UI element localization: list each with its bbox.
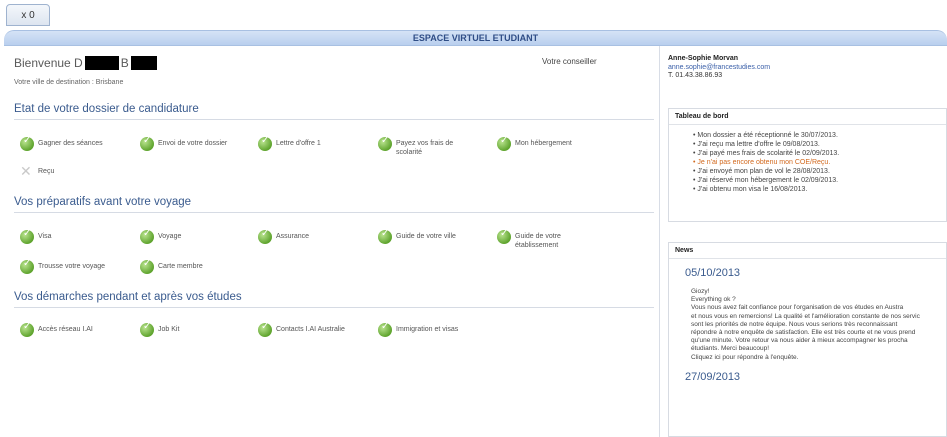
check-icon (258, 322, 272, 337)
dashboard-item-alert[interactable]: Je n'ai pas encore obtenu mon COE/Reçu. (693, 158, 946, 167)
welcome-message: Bienvenue D B (14, 56, 157, 70)
step-label: Trousse votre voyage (38, 263, 106, 270)
step-label: Carte membre (158, 263, 203, 270)
step-item[interactable]: Lettre d'offre 1 (258, 136, 368, 151)
news-line: Vous nous avez fait confiance pour l'org… (691, 304, 904, 312)
step-item[interactable]: Assurance (258, 229, 368, 244)
main-panel: Bienvenue D B Votre ville de destination… (4, 46, 660, 437)
counselor-contact: Anne-Sophie Morvan anne.sophie@francestu… (668, 55, 770, 81)
step-item[interactable]: Job Kit (140, 322, 250, 337)
destination-city: Votre ville de destination : Brisbane (14, 79, 124, 86)
step-item[interactable]: Guide de votre ville (378, 229, 488, 244)
step-item[interactable]: Trousse votre voyage (20, 259, 130, 274)
step-label: Envoi de votre dossier (158, 140, 228, 147)
step-label: Payez vos frais de scolarité (396, 140, 454, 156)
check-icon (140, 229, 154, 244)
check-icon (497, 136, 511, 151)
check-icon (378, 229, 392, 244)
dashboard-panel: Tableau de bord Mon dossier a été récept… (668, 108, 947, 222)
step-label: Accès réseau I.AI (38, 326, 93, 333)
step-label: Visa (38, 233, 52, 240)
check-icon (140, 322, 154, 337)
section-title-preparation: Vos préparatifs avant votre voyage (14, 196, 654, 213)
section-title-application: Etat de votre dossier de candidature (14, 103, 654, 120)
step-item[interactable]: Mon hébergement (497, 136, 617, 151)
step-item[interactable]: Gagner des séances (20, 136, 130, 151)
dashboard-title: Tableau de bord (669, 109, 946, 125)
step-label: Lettre d'offre 1 (276, 140, 321, 147)
step-item[interactable]: Envoi de votre dossier (140, 136, 250, 151)
counselor-phone: T. 01.43.38.86.93 (668, 72, 723, 79)
dashboard-list: Mon dossier a été réceptionné le 30/07/2… (669, 125, 946, 194)
check-icon (20, 322, 34, 337)
step-item[interactable]: ✕ Reçu (20, 163, 130, 179)
step-item[interactable]: Guide de votre établissement (497, 229, 577, 250)
check-icon (20, 136, 34, 151)
news-line: qu'une minute. Votre retour va nous aide… (691, 337, 908, 345)
step-item[interactable]: Immigration et visas (378, 322, 488, 337)
news-date: 27/09/2013 (685, 370, 741, 383)
step-item[interactable]: Visa (20, 229, 130, 244)
step-item[interactable]: Carte membre (140, 259, 250, 274)
section-title-during-studies: Vos démarches pendant et après vos étude… (14, 291, 654, 308)
check-icon (20, 259, 34, 274)
redacted-name (84, 56, 119, 70)
check-icon (20, 229, 34, 244)
news-line: répondre à notre enquête de satisfaction… (691, 329, 916, 337)
step-label: Gagner des séances (38, 140, 103, 147)
check-icon (497, 229, 511, 244)
news-date: 05/10/2013 (685, 267, 741, 279)
step-label: Job Kit (158, 326, 180, 333)
step-label: Guide de votre ville (396, 233, 456, 240)
cross-icon: ✕ (20, 163, 32, 179)
page-header: ESPACE VIRTUEL ETUDIANT (4, 30, 947, 46)
side-panel: Anne-Sophie Morvan anne.sophie@francestu… (662, 46, 947, 437)
redacted-surname (130, 56, 157, 70)
check-icon (378, 136, 392, 151)
dashboard-item: J'ai obtenu mon visa le 16/08/2013. (693, 185, 946, 194)
welcome-prefix: Bienvenue D (14, 56, 83, 70)
step-label: Assurance (276, 233, 310, 240)
browser-tab[interactable]: x 0 (6, 4, 50, 26)
step-label: Immigration et visas (396, 326, 459, 333)
step-item[interactable]: Payez vos frais de scolarité (378, 136, 468, 157)
check-icon (258, 136, 272, 151)
close-icon[interactable]: x 0 (21, 10, 34, 21)
check-icon (378, 322, 392, 337)
news-line: Giozy! (691, 288, 710, 295)
step-item[interactable]: Voyage (140, 229, 250, 244)
counselor-label: Votre conseiller (542, 57, 597, 66)
news-survey-link[interactable]: Cliquez ici pour répondre à l'enquête. (691, 354, 942, 362)
news-body: Giozy! Everything ok ? Vous nous avez fa… (669, 288, 946, 362)
check-icon (140, 259, 154, 274)
check-icon (140, 136, 154, 151)
welcome-mid: B (120, 56, 129, 70)
news-panel: News 05/10/2013 Giozy! Everything ok ? V… (668, 242, 947, 437)
step-label: Contacts I.AI Australie (276, 326, 345, 333)
dashboard-item: J'ai reçu ma lettre d'offre le 09/08/201… (693, 140, 946, 149)
step-item[interactable]: Contacts I.AI Australie (258, 322, 368, 337)
news-line: étudiants. Merci beaucoup! (691, 345, 770, 353)
step-item[interactable]: Accès réseau I.AI (20, 322, 130, 337)
dashboard-item: J'ai payé mes frais de scolarité le 02/0… (693, 149, 946, 158)
dashboard-item: Mon dossier a été réceptionné le 30/07/2… (693, 131, 946, 140)
news-line: et nous vous en remercions! La qualité e… (691, 312, 920, 320)
dashboard-item: J'ai réservé mon hébergement le 02/09/20… (693, 176, 946, 185)
news-line: Everything ok ? (691, 296, 736, 304)
step-label: Guide de votre établissement (515, 233, 561, 249)
check-icon (258, 229, 272, 244)
step-label: Voyage (158, 233, 182, 240)
counselor-email-link[interactable]: anne.sophie@francestudies.com (668, 64, 770, 73)
news-title: News (669, 243, 946, 259)
step-label: Mon hébergement (515, 140, 572, 147)
step-label: Reçu (38, 168, 55, 175)
dashboard-item: J'ai envoyé mon plan de vol le 28/08/201… (693, 167, 946, 176)
counselor-name: Anne-Sophie Morvan (668, 55, 739, 62)
news-line: sont les priorités de notre équipe. Nous… (691, 320, 898, 328)
